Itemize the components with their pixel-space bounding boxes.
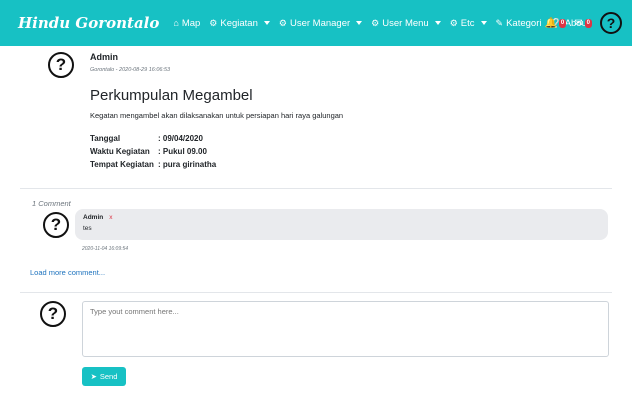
author-avatar: ? bbox=[48, 52, 74, 78]
chevron-down-icon bbox=[356, 21, 363, 25]
edit-icon: ✎ bbox=[495, 17, 504, 28]
gear-icon: ⚙ bbox=[209, 17, 218, 28]
nav-item-user-manager[interactable]: ⚙ User Manager bbox=[278, 17, 363, 29]
notification-button[interactable]: 🔔 0 bbox=[544, 17, 567, 29]
chevron-down-icon bbox=[263, 21, 270, 25]
comment-bubble: Admin x tes bbox=[75, 209, 608, 240]
post-meta: Tanggal : 09/04/2020 Waktu Kegiatan : Pu… bbox=[90, 132, 216, 171]
post-description: Kegatan mengambel akan dilaksanakan untu… bbox=[90, 111, 344, 120]
meta-row-waktu: Waktu Kegiatan : Pukul 09.00 bbox=[90, 147, 207, 156]
post-date: Gorontalo - 2020-08-29 16:06:53 bbox=[90, 67, 171, 73]
notification-badge: 0 bbox=[558, 18, 567, 28]
load-more-link[interactable]: Load more comment... bbox=[30, 268, 105, 277]
meta-row-tempat: Tempat Kegiatan : pura girinatha bbox=[90, 160, 217, 169]
send-button[interactable]: ➤ Send bbox=[82, 367, 126, 386]
meta-row-tanggal: Tanggal : 09/04/2020 bbox=[90, 134, 203, 143]
post-card: ? Admin Gorontalo - 2020-08-29 16:06:53 … bbox=[0, 46, 632, 188]
chevron-down-icon bbox=[480, 21, 487, 25]
chevron-down-icon bbox=[434, 21, 441, 25]
comment-text: tes bbox=[83, 225, 92, 232]
post-title: Perkumpulan Megambel bbox=[90, 87, 253, 104]
current-user-avatar: ? bbox=[40, 301, 66, 327]
bell-icon: 🔔 bbox=[544, 17, 557, 29]
nav-item-map[interactable]: ⌂ Map bbox=[173, 18, 200, 29]
nav-item-kegiatan[interactable]: ⚙ Kegiatan bbox=[209, 18, 270, 29]
delete-comment-button[interactable]: x bbox=[109, 214, 112, 221]
commenter-avatar: ? bbox=[43, 212, 69, 238]
messages-button[interactable]: ✉ 0 bbox=[574, 18, 592, 29]
user-avatar[interactable]: ? bbox=[600, 12, 622, 34]
brand-logo[interactable]: Hindu Gorontalo bbox=[18, 14, 159, 32]
gear-icon: ⚙ bbox=[449, 17, 458, 28]
nav-right: 🔔 0 ✉ 0 ? bbox=[544, 0, 622, 46]
messages-badge: 0 bbox=[584, 18, 592, 28]
comment-date: 2020-11-04 16:09:54 bbox=[82, 246, 129, 252]
post-author: Admin bbox=[90, 52, 118, 62]
nav-item-user-menu[interactable]: ⚙ User Menu bbox=[371, 18, 441, 29]
envelope-icon: ✉ bbox=[574, 17, 583, 29]
navbar: Hindu Gorontalo ⌂ Map ⚙ Kegiatan ⚙ User … bbox=[0, 0, 632, 46]
nav-menu: ⌂ Map ⚙ Kegiatan ⚙ User Manager ⚙ User M… bbox=[173, 18, 598, 29]
section-divider bbox=[20, 188, 612, 189]
gear-icon: ⚙ bbox=[278, 17, 287, 28]
nav-item-kategori[interactable]: ✎ Kategori bbox=[496, 18, 542, 29]
nav-item-etc[interactable]: ⚙ Etc bbox=[450, 18, 487, 29]
paper-plane-icon: ➤ bbox=[90, 372, 97, 381]
gear-icon: ⚙ bbox=[371, 17, 380, 28]
comment-author: Admin bbox=[83, 214, 104, 221]
comment-count: 1 Comment bbox=[32, 199, 71, 208]
home-icon: ⌂ bbox=[173, 18, 179, 28]
comment-input[interactable] bbox=[82, 301, 609, 357]
form-divider bbox=[20, 292, 612, 293]
